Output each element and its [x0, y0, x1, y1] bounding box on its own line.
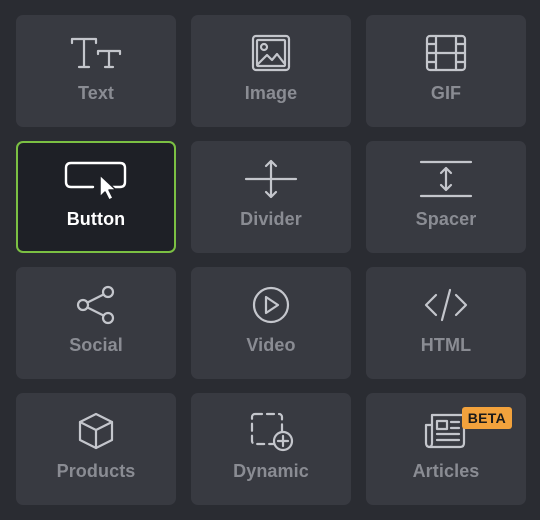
block-html[interactable]: HTML — [366, 267, 526, 379]
button-cursor-icon — [64, 159, 128, 201]
spacer-icon — [414, 159, 478, 199]
image-icon — [239, 33, 303, 73]
play-circle-icon — [239, 285, 303, 325]
block-label: Text — [77, 83, 115, 103]
divider-icon — [239, 159, 303, 199]
box-icon — [64, 411, 128, 451]
block-text[interactable]: Text — [16, 15, 176, 127]
text-icon — [64, 33, 128, 73]
block-articles[interactable]: Articles BETA — [366, 393, 526, 505]
block-dynamic[interactable]: Dynamic — [191, 393, 351, 505]
block-label: Video — [246, 335, 296, 355]
beta-badge: BETA — [461, 407, 512, 429]
block-label: Spacer — [415, 209, 477, 229]
block-image[interactable]: Image — [191, 15, 351, 127]
block-label: Dynamic — [233, 461, 309, 481]
block-label: Divider — [240, 209, 302, 229]
block-label: Articles — [412, 461, 480, 481]
block-video[interactable]: Video — [191, 267, 351, 379]
dashed-add-icon — [239, 411, 303, 452]
content-blocks-grid: Text Image GIF Button Divider Spacer Soc… — [0, 0, 540, 520]
block-label: HTML — [420, 335, 472, 355]
share-icon — [64, 285, 128, 325]
film-icon — [414, 33, 478, 73]
block-button[interactable]: Button — [16, 141, 176, 253]
block-label: Button — [66, 209, 126, 229]
block-divider[interactable]: Divider — [191, 141, 351, 253]
block-label: Image — [244, 83, 298, 103]
block-label: GIF — [430, 83, 462, 103]
block-products[interactable]: Products — [16, 393, 176, 505]
code-icon — [414, 285, 478, 325]
block-gif[interactable]: GIF — [366, 15, 526, 127]
block-social[interactable]: Social — [16, 267, 176, 379]
block-label: Products — [56, 461, 136, 481]
block-spacer[interactable]: Spacer — [366, 141, 526, 253]
block-label: Social — [69, 335, 123, 355]
